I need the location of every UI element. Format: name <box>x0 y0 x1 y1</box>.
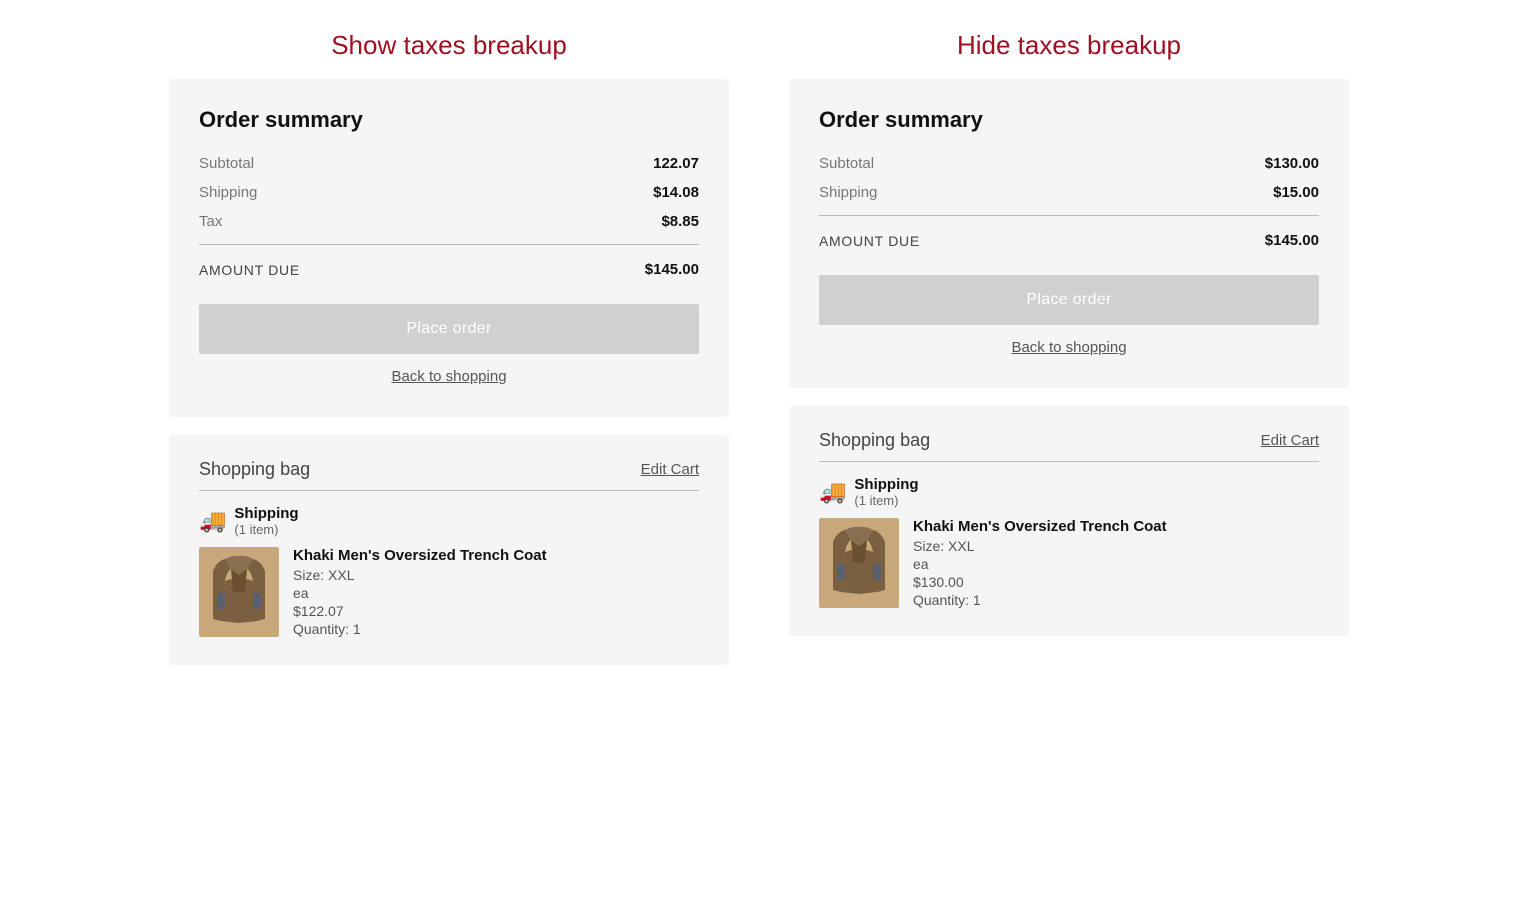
right-amount-due-row: AMOUNT DUE $145.00 <box>819 224 1319 253</box>
left-subtotal-label: Subtotal <box>199 155 254 172</box>
left-shipping-items: (1 item) <box>234 522 298 537</box>
right-product-row: Khaki Men's Oversized Trench Coat Size: … <box>819 518 1319 608</box>
left-product-quantity: Quantity: 1 <box>293 621 547 637</box>
right-shipping-value: $15.00 <box>1273 184 1319 201</box>
left-order-summary-card: Order summary Subtotal 122.07 Shipping $… <box>169 79 729 417</box>
left-product-price: $122.07 <box>293 603 547 619</box>
right-bag-divider <box>819 461 1319 462</box>
right-amount-due-value: $145.00 <box>1265 232 1319 249</box>
left-amount-due-label: AMOUNT DUE <box>199 262 300 278</box>
right-bag-title: Shopping bag <box>819 430 930 451</box>
left-bag-header: Shopping bag Edit Cart <box>199 459 699 480</box>
right-edit-cart-link[interactable]: Edit Cart <box>1261 432 1319 449</box>
left-back-to-shopping-link[interactable]: Back to shopping <box>199 368 699 385</box>
left-shipping-row: Shipping $14.08 <box>199 178 699 207</box>
left-bag-divider <box>199 490 699 491</box>
right-amount-due-label: AMOUNT DUE <box>819 233 920 249</box>
left-shipping-bag-label: Shipping <box>234 505 298 522</box>
right-product-image <box>819 518 899 608</box>
left-tax-value: $8.85 <box>661 213 699 230</box>
left-panel-title: Show taxes breakup <box>331 30 567 61</box>
left-shipping-value: $14.08 <box>653 184 699 201</box>
right-bag-header: Shopping bag Edit Cart <box>819 430 1319 451</box>
right-truck-icon: 🚚 <box>819 479 846 505</box>
left-shopping-bag-card: Shopping bag Edit Cart 🚚 Shipping (1 ite… <box>169 435 729 665</box>
right-shipping-items: (1 item) <box>854 493 918 508</box>
left-tax-label: Tax <box>199 213 222 230</box>
left-summary-divider <box>199 244 699 245</box>
right-shipping-row-bag: 🚚 Shipping (1 item) <box>819 476 1319 508</box>
left-amount-due-value: $145.00 <box>645 261 699 278</box>
left-product-name: Khaki Men's Oversized Trench Coat <box>293 547 547 564</box>
left-order-summary-title: Order summary <box>199 107 699 133</box>
right-shipping-label: Shipping <box>819 184 877 201</box>
left-panel: Show taxes breakup Order summary Subtota… <box>169 30 729 665</box>
right-product-size: Size: XXL <box>913 538 1167 554</box>
right-shipping-bag-label: Shipping <box>854 476 918 493</box>
right-panel: Hide taxes breakup Order summary Subtota… <box>789 30 1349 636</box>
left-product-size: Size: XXL <box>293 567 547 583</box>
left-subtotal-row: Subtotal 122.07 <box>199 149 699 178</box>
right-place-order-button[interactable]: Place order <box>819 275 1319 325</box>
right-product-price: $130.00 <box>913 574 1167 590</box>
right-subtotal-row: Subtotal $130.00 <box>819 149 1319 178</box>
right-order-summary-title: Order summary <box>819 107 1319 133</box>
left-edit-cart-link[interactable]: Edit Cart <box>641 461 699 478</box>
left-product-details: Khaki Men's Oversized Trench Coat Size: … <box>293 547 547 637</box>
left-tax-row: Tax $8.85 <box>199 207 699 236</box>
right-product-unit: ea <box>913 556 1167 572</box>
left-subtotal-value: 122.07 <box>653 155 699 172</box>
left-product-unit: ea <box>293 585 547 601</box>
right-subtotal-label: Subtotal <box>819 155 874 172</box>
left-shipping-row-bag: 🚚 Shipping (1 item) <box>199 505 699 537</box>
left-shipping-label: Shipping <box>199 184 257 201</box>
right-product-name: Khaki Men's Oversized Trench Coat <box>913 518 1167 535</box>
right-product-details: Khaki Men's Oversized Trench Coat Size: … <box>913 518 1167 608</box>
right-shopping-bag-card: Shopping bag Edit Cart 🚚 Shipping (1 ite… <box>789 406 1349 636</box>
right-summary-divider <box>819 215 1319 216</box>
left-amount-due-row: AMOUNT DUE $145.00 <box>199 253 699 282</box>
right-product-quantity: Quantity: 1 <box>913 592 1167 608</box>
left-product-row: Khaki Men's Oversized Trench Coat Size: … <box>199 547 699 637</box>
right-back-to-shopping-link[interactable]: Back to shopping <box>819 339 1319 356</box>
left-truck-icon: 🚚 <box>199 508 226 534</box>
left-product-image <box>199 547 279 637</box>
left-place-order-button[interactable]: Place order <box>199 304 699 354</box>
right-subtotal-value: $130.00 <box>1265 155 1319 172</box>
left-bag-title: Shopping bag <box>199 459 310 480</box>
right-panel-title: Hide taxes breakup <box>957 30 1181 61</box>
right-shipping-row: Shipping $15.00 <box>819 178 1319 207</box>
right-order-summary-card: Order summary Subtotal $130.00 Shipping … <box>789 79 1349 388</box>
